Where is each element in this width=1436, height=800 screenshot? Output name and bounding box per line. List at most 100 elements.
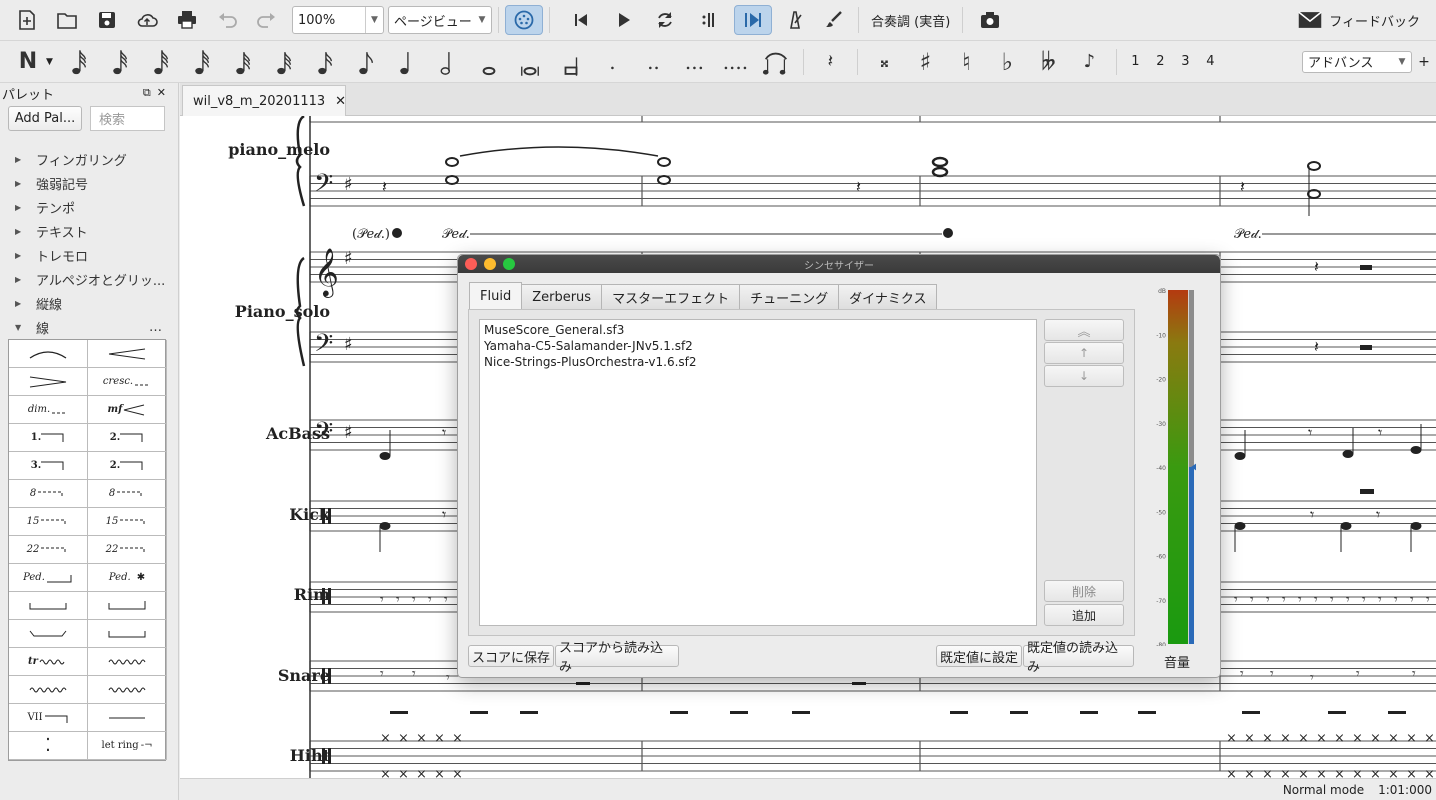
note-256th-icon[interactable] — [141, 44, 182, 80]
note-head[interactable] — [445, 175, 459, 185]
save-icon[interactable] — [92, 5, 122, 35]
note-quarter-icon[interactable] — [387, 44, 428, 80]
palette-cell[interactable]: 2. — [88, 424, 167, 452]
add-palette-button[interactable]: Add Pal... — [8, 106, 82, 131]
palette-cell[interactable]: 1. — [9, 424, 88, 452]
score-tab[interactable]: wil_v8_m_20201113 ✕ — [182, 85, 346, 116]
note-head[interactable] — [1342, 450, 1354, 458]
add-workspace-icon[interactable]: + — [1412, 54, 1436, 70]
note-16th-icon[interactable] — [305, 44, 346, 80]
zoom-combo[interactable]: 100% ▼ — [292, 6, 384, 34]
note-head[interactable] — [657, 157, 671, 167]
palette-category[interactable]: ▶ アルペジオとグリッ... — [0, 267, 178, 291]
voice-2-button[interactable]: 2 — [1148, 54, 1173, 69]
palette-cell[interactable]: 8 — [9, 480, 88, 508]
note-head[interactable] — [1410, 446, 1422, 454]
palette-cell[interactable]: VII — [9, 704, 88, 732]
palette-cell[interactable]: Ped. ✱ — [88, 564, 167, 592]
note-64th-icon[interactable] — [223, 44, 264, 80]
palette-search-input[interactable]: 検索 — [90, 106, 165, 131]
pan-score-icon[interactable] — [734, 5, 772, 35]
camera-icon[interactable] — [975, 5, 1005, 35]
tab-master-effects[interactable]: マスターエフェクト — [601, 284, 741, 309]
load-default-button[interactable]: 既定値の読み込み — [1023, 641, 1134, 675]
palette-cell[interactable] — [9, 340, 88, 368]
palette-category[interactable]: ▶ トレモロ — [0, 243, 178, 267]
palette-cell[interactable]: 15 — [9, 508, 88, 536]
feedback-button[interactable]: フィードバック — [1297, 11, 1420, 30]
palette-cell[interactable]: tr — [9, 648, 88, 676]
note-32nd-icon[interactable] — [264, 44, 305, 80]
note-half-icon[interactable] — [428, 44, 469, 80]
palette-cell[interactable] — [88, 648, 167, 676]
palette-cell[interactable] — [88, 592, 167, 620]
chevron-down-icon[interactable]: ▼ — [46, 57, 53, 67]
set-default-button[interactable]: 既定値に設定 — [936, 645, 1022, 667]
sharp-icon[interactable]: ♯ — [905, 44, 946, 80]
view-mode-combo[interactable]: ページビュー ▼ — [388, 6, 492, 34]
metronome-icon[interactable] — [780, 5, 810, 35]
double-dot-icon[interactable]: .. — [633, 44, 674, 80]
note-512th-icon[interactable] — [100, 44, 141, 80]
palette-cell[interactable]: Ped. — [9, 564, 88, 592]
note-whole-icon[interactable] — [469, 44, 510, 80]
load-from-score-button[interactable]: スコアから読み込み — [555, 641, 679, 675]
save-to-score-button[interactable]: スコアに保存 — [468, 645, 554, 667]
panel-controls[interactable]: ⧉✕ — [143, 86, 172, 100]
palette-category[interactable]: ▼ 線… — [0, 315, 178, 339]
minimize-window-icon[interactable] — [484, 258, 496, 270]
palette-cell[interactable]: 22 — [9, 536, 88, 564]
palette-cell[interactable] — [9, 368, 88, 396]
palette-cell[interactable] — [88, 340, 167, 368]
palette-cell[interactable]: cresc. — [88, 368, 167, 396]
palette-category[interactable]: ▶ テンポ — [0, 195, 178, 219]
natural-icon[interactable]: ♮ — [946, 44, 987, 80]
play-icon[interactable] — [608, 5, 638, 35]
voice-4-button[interactable]: 4 — [1198, 54, 1223, 69]
play-repeats-icon[interactable] — [692, 5, 722, 35]
move-up-button[interactable]: ↑ — [1044, 342, 1124, 364]
tie-icon[interactable] — [756, 44, 797, 80]
tab-fluid[interactable]: Fluid — [469, 282, 523, 309]
note-longa-icon[interactable] — [551, 44, 592, 80]
palette-cell[interactable]: ⁚ — [9, 732, 88, 760]
palette-cell[interactable]: 15 — [88, 508, 167, 536]
tab-zerberus[interactable]: Zerberus — [521, 284, 603, 309]
palette-cell[interactable]: 22 — [88, 536, 167, 564]
double-sharp-icon[interactable]: 𝄪 — [864, 44, 905, 80]
more-icon[interactable]: … — [149, 320, 162, 335]
quadruple-dot-icon[interactable]: .... — [715, 44, 756, 80]
note-head[interactable] — [379, 522, 391, 530]
note-128th-icon[interactable] — [182, 44, 223, 80]
palette-cell[interactable]: 8 — [88, 480, 167, 508]
tab-tuning[interactable]: チューニング — [739, 284, 840, 309]
palette-category[interactable]: ▶ 縦線 — [0, 291, 178, 315]
rest-icon[interactable]: 𝄽 — [810, 44, 851, 80]
note-input-mode-icon[interactable]: N — [16, 47, 40, 77]
palette-cell[interactable]: 2. — [88, 452, 167, 480]
palette-cell[interactable]: 3. — [9, 452, 88, 480]
note-head[interactable] — [1307, 161, 1321, 171]
flip-direction-icon[interactable]: ♪ — [1069, 44, 1110, 80]
palette-category[interactable]: ▶ 強弱記号 — [0, 171, 178, 195]
move-down-button[interactable]: ↓ — [1044, 365, 1124, 387]
palette-cell[interactable] — [9, 676, 88, 704]
double-flat-icon[interactable]: 𝄫 — [1028, 44, 1069, 80]
note-head[interactable] — [1234, 522, 1246, 530]
triple-dot-icon[interactable]: ... — [674, 44, 715, 80]
redo-icon[interactable] — [252, 5, 282, 35]
flat-icon[interactable]: ♭ — [987, 44, 1028, 80]
note-head[interactable] — [931, 156, 949, 168]
note-head[interactable] — [657, 175, 671, 185]
new-score-icon[interactable] — [12, 5, 42, 35]
note-head[interactable] — [1340, 522, 1352, 530]
palette-cell[interactable]: mf — [88, 396, 167, 424]
palette-category[interactable]: ▶ テキスト — [0, 219, 178, 243]
palette-cell[interactable] — [88, 676, 167, 704]
palette-cell[interactable] — [88, 620, 167, 648]
palette-cell[interactable] — [9, 620, 88, 648]
note-head[interactable] — [931, 166, 949, 178]
concert-pitch-toggle[interactable]: 合奏調 (実音) — [871, 11, 950, 30]
dot-icon[interactable]: . — [592, 44, 633, 80]
workspace-combo[interactable]: アドバンス ▼ — [1302, 50, 1412, 73]
